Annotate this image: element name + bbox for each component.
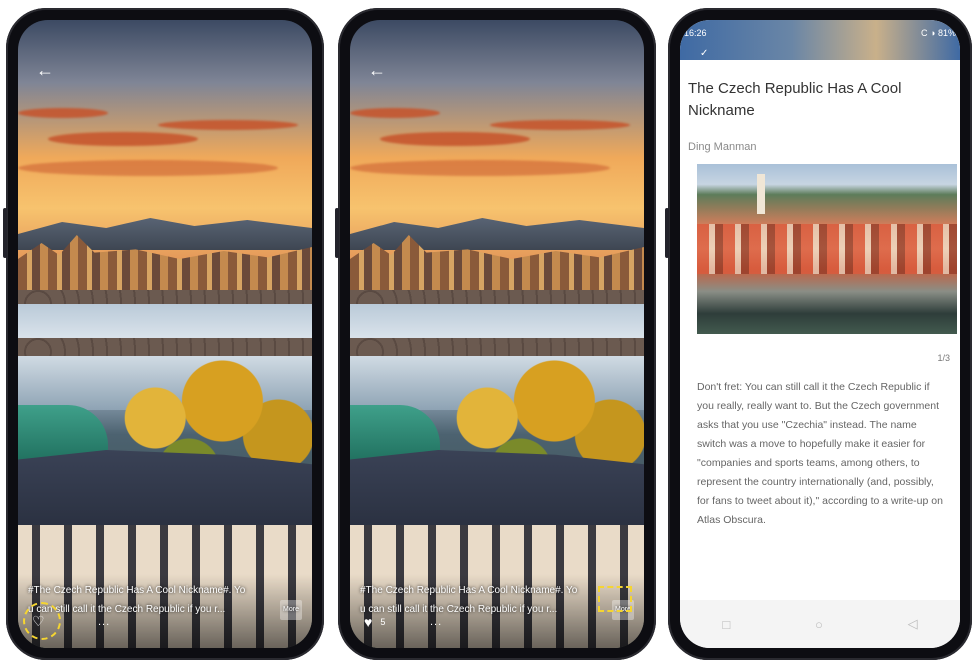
feed-screen-2: ← #The Czech Republic Has A Cool Nicknam…	[350, 20, 644, 648]
post-caption[interactable]: #The Czech Republic Has A Cool Nickname#…	[28, 582, 302, 620]
heart-icon[interactable]: ♥	[364, 614, 372, 630]
more-button[interactable]: More	[280, 600, 302, 620]
side-button	[665, 208, 669, 258]
phone-frame-2: ← #The Czech Republic Has A Cool Nicknam…	[335, 8, 656, 660]
cover-photo[interactable]	[18, 20, 312, 648]
highlight-more-button	[598, 586, 632, 612]
phone-frame-1: ← #The Czech Republic Has A Cool Nicknam…	[3, 8, 324, 660]
phone-frame-3: 16:26 C ◑ 81% ✓ The Czech Republic Has A…	[665, 8, 972, 660]
back-arrow-icon[interactable]: ←	[36, 60, 54, 81]
more-options-icon[interactable]: ...	[98, 616, 110, 628]
chevron-down-icon[interactable]: ✓	[700, 48, 708, 59]
side-button	[3, 208, 7, 258]
status-time: 16:26	[684, 28, 707, 38]
photo-page-indicator: 1/3	[937, 353, 950, 363]
square-icon[interactable]: □	[722, 617, 730, 632]
article-photo[interactable]	[697, 164, 957, 334]
header-banner-image: 16:26 C ◑ 81% ✓	[680, 20, 960, 60]
highlight-like-button	[23, 602, 61, 640]
article-view: 16:26 C ◑ 81% ✓ The Czech Republic Has A…	[680, 20, 960, 648]
article-screen: 16:26 C ◑ 81% ✓ The Czech Republic Has A…	[680, 20, 960, 648]
more-options-icon[interactable]: ...	[430, 616, 442, 628]
article-title: The Czech Republic Has A Cool Nickname	[688, 80, 902, 119]
side-button	[335, 208, 339, 258]
article-body: Don't fret: You can still call it the Cz…	[697, 381, 943, 526]
status-indicators: C ◑ 81%	[921, 28, 956, 38]
caption-line-2: u can still call it the Czech Republic i…	[360, 604, 558, 615]
caption-line-1: #The Czech Republic Has A Cool Nickname#…	[28, 585, 246, 596]
feed-screen-1: ← #The Czech Republic Has A Cool Nicknam…	[18, 20, 312, 648]
cover-photo[interactable]	[350, 20, 644, 648]
circle-icon[interactable]: ○	[815, 617, 823, 632]
navigation-bar: □ ○ ◁	[680, 600, 960, 648]
triangle-back-icon[interactable]: ◁	[908, 616, 918, 632]
back-arrow-icon[interactable]: ←	[368, 60, 386, 81]
status-bar: 16:26 C ◑ 81%	[684, 28, 956, 38]
caption-line-1: #The Czech Republic Has A Cool Nickname#…	[360, 585, 578, 596]
post-caption[interactable]: #The Czech Republic Has A Cool Nickname#…	[360, 582, 634, 620]
like-count: 5	[380, 617, 386, 627]
article-author: Ding Manman	[688, 141, 757, 153]
